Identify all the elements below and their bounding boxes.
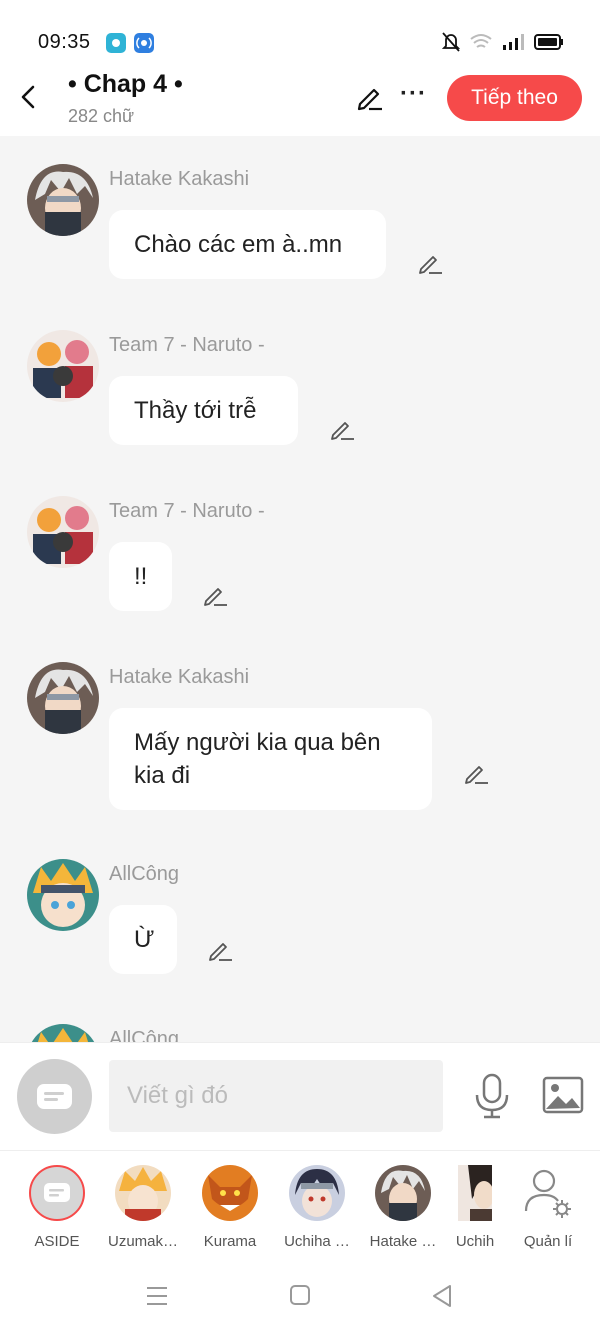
character-uchiha[interactable]: Uchiha … (277, 1165, 357, 1250)
avatar (115, 1165, 171, 1221)
pencil-icon (204, 588, 227, 606)
edit-message-button[interactable] (417, 250, 443, 276)
character-selector: ASIDE Uzumak… Kurama Uchiha … Hatake … U… (0, 1150, 600, 1260)
character-hatake[interactable]: Hatake … (363, 1165, 443, 1250)
character-label: Uchiha … (284, 1233, 350, 1250)
avatar (289, 1165, 345, 1221)
microphone-icon (475, 1073, 509, 1119)
edit-message-button[interactable] (202, 582, 228, 608)
mute-bell-icon (442, 32, 460, 52)
next-button[interactable]: Tiếp theo (447, 75, 582, 121)
home-button[interactable] (289, 1284, 311, 1311)
pencil-icon (331, 422, 354, 440)
pencil-icon (465, 766, 488, 784)
recent-apps-button[interactable] (145, 1284, 169, 1313)
edit-message-button[interactable] (207, 937, 233, 963)
avatar[interactable] (27, 330, 99, 402)
sender-name: Team 7 - Naruto - (109, 334, 265, 356)
avatar (458, 1165, 492, 1221)
message-list[interactable]: Hatake Kakashi Chào các em à..mn Team 7 … (0, 136, 600, 1042)
signal-icon (503, 34, 524, 50)
pencil-icon (419, 256, 442, 274)
message-bubble[interactable]: Thầy tới trễ (109, 376, 298, 445)
character-label: Kurama (203, 1233, 257, 1250)
aside-icon (29, 1165, 85, 1221)
character-label: Uchih (455, 1233, 495, 1250)
back-button[interactable] (14, 82, 44, 112)
word-count: 282 chữ (68, 106, 135, 126)
character-uchih[interactable]: Uchih (449, 1165, 501, 1250)
avatar[interactable] (27, 164, 99, 236)
status-time: 09:35 (38, 31, 91, 53)
hotspot-notification-icon (134, 33, 154, 53)
avatar[interactable] (27, 662, 99, 734)
sender-name: Team 7 - Naruto - (109, 500, 265, 522)
triangle-back-icon (433, 1285, 451, 1307)
aside-icon (37, 1084, 72, 1109)
system-nav-bar (0, 1260, 600, 1333)
message-bubble[interactable]: Ừ (109, 905, 177, 974)
menu-icon (147, 1287, 167, 1305)
character-label: Uzumak… (107, 1233, 178, 1250)
character-aside[interactable]: ASIDE (17, 1165, 97, 1250)
edit-chapter-button[interactable] (354, 82, 384, 112)
image-upload-button[interactable] (542, 1076, 584, 1114)
character-label: Quản lí (523, 1233, 573, 1250)
character-kurama[interactable]: Kurama (190, 1165, 270, 1250)
character-label: Hatake … (369, 1233, 437, 1250)
composer-bar: Viết gì đó (0, 1042, 600, 1150)
sender-name: Hatake Kakashi (109, 666, 250, 688)
image-icon (542, 1076, 584, 1114)
avatar (202, 1165, 258, 1221)
sender-name: AllCông (109, 863, 180, 885)
square-icon (290, 1285, 310, 1305)
app-notification-icon (106, 33, 126, 53)
avatar[interactable] (27, 859, 99, 931)
sender-name: AllCông (109, 1028, 180, 1042)
avatar (375, 1165, 431, 1221)
character-uzumaki[interactable]: Uzumak… (103, 1165, 183, 1250)
message-bubble[interactable]: !! (109, 542, 172, 611)
sender-name: Hatake Kakashi (109, 168, 250, 190)
manage-characters-button[interactable]: Quản lí (508, 1165, 588, 1250)
page-title: • Chap 4 • (68, 70, 183, 98)
battery-icon (534, 34, 563, 50)
chevron-left-icon (21, 85, 35, 109)
edit-message-button[interactable] (329, 416, 355, 442)
character-label: ASIDE (34, 1233, 80, 1250)
message-bubble[interactable]: Chào các em à..mn (109, 210, 386, 279)
avatar[interactable] (27, 496, 99, 568)
message-input[interactable]: Viết gì đó (109, 1060, 443, 1132)
chapter-header: • Chap 4 • 282 chữ ··· Tiếp theo (0, 70, 600, 136)
pencil-icon (357, 88, 382, 111)
avatar[interactable] (27, 1024, 99, 1042)
message-bubble[interactable]: Mấy người kia qua bên kia đi (109, 708, 432, 810)
voice-input-button[interactable] (474, 1073, 510, 1119)
pencil-icon (209, 943, 232, 961)
wifi-icon (470, 34, 492, 48)
aside-toggle-button[interactable] (17, 1059, 92, 1134)
status-bar: 09:35 (0, 0, 600, 70)
manage-users-icon (520, 1165, 576, 1221)
edit-message-button[interactable] (463, 760, 489, 786)
back-nav-button[interactable] (430, 1284, 454, 1313)
more-options-button[interactable]: ··· (400, 80, 427, 108)
